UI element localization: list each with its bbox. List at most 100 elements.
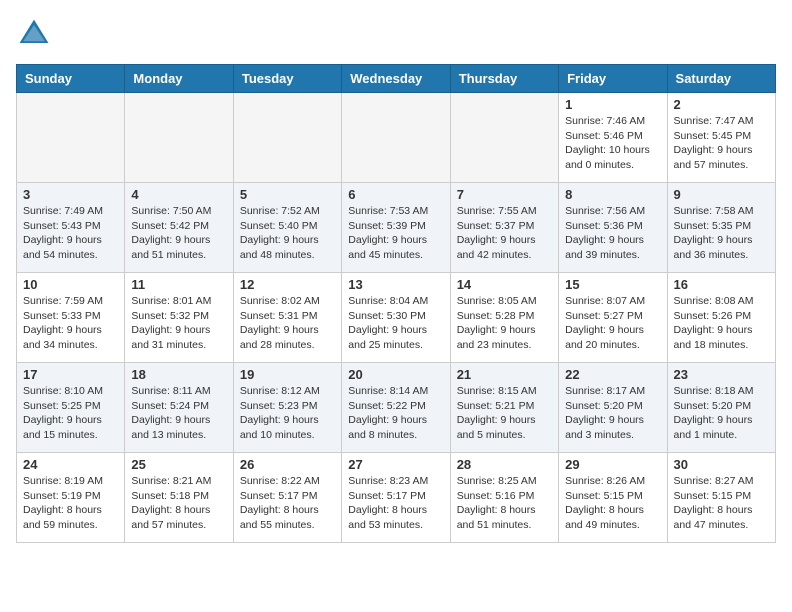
day-number: 18 <box>131 367 226 382</box>
day-info: Sunrise: 7:50 AM Sunset: 5:42 PM Dayligh… <box>131 204 226 263</box>
weekday-header-cell: Saturday <box>667 65 775 93</box>
day-info: Sunrise: 7:49 AM Sunset: 5:43 PM Dayligh… <box>23 204 118 263</box>
day-number: 3 <box>23 187 118 202</box>
day-number: 25 <box>131 457 226 472</box>
day-info: Sunrise: 7:59 AM Sunset: 5:33 PM Dayligh… <box>23 294 118 353</box>
calendar-cell: 12 Sunrise: 8:02 AM Sunset: 5:31 PM Dayli… <box>233 273 341 363</box>
day-info: Sunrise: 7:53 AM Sunset: 5:39 PM Dayligh… <box>348 204 443 263</box>
day-info: Sunrise: 7:46 AM Sunset: 5:46 PM Dayligh… <box>565 114 660 173</box>
day-number: 16 <box>674 277 769 292</box>
day-number: 20 <box>348 367 443 382</box>
calendar-cell: 15Sunrise: 8:07 AM Sunset: 5:27 PM Dayli… <box>559 273 667 363</box>
calendar-cell: 3 Sunrise: 7:49 AM Sunset: 5:43 PM Daylig… <box>17 183 125 273</box>
day-number: 2 <box>674 97 769 112</box>
day-info: Sunrise: 8:22 AM Sunset: 5:17 PM Dayligh… <box>240 474 335 533</box>
day-info: Sunrise: 7:58 AM Sunset: 5:35 PM Dayligh… <box>674 204 769 263</box>
calendar-cell <box>233 93 341 183</box>
calendar-cell: 13 Sunrise: 8:04 AM Sunset: 5:30 PM Dayli… <box>342 273 450 363</box>
day-info: Sunrise: 8:19 AM Sunset: 5:19 PM Dayligh… <box>23 474 118 533</box>
day-number: 12 <box>240 277 335 292</box>
logo <box>16 16 56 52</box>
day-info: Sunrise: 8:12 AM Sunset: 5:23 PM Dayligh… <box>240 384 335 443</box>
day-info: Sunrise: 8:05 AM Sunset: 5:28 PM Dayligh… <box>457 294 552 353</box>
calendar-week-row: 1 Sunrise: 7:46 AM Sunset: 5:46 PM Daylig… <box>17 93 776 183</box>
day-info: Sunrise: 8:07 AM Sunset: 5:27 PM Dayligh… <box>565 294 660 353</box>
day-info: Sunrise: 8:11 AM Sunset: 5:24 PM Dayligh… <box>131 384 226 443</box>
calendar-cell: 22 Sunrise: 8:17 AM Sunset: 5:20 PM Dayli… <box>559 363 667 453</box>
day-info: Sunrise: 8:17 AM Sunset: 5:20 PM Dayligh… <box>565 384 660 443</box>
calendar-week-row: 10 Sunrise: 7:59 AM Sunset: 5:33 PM Dayli… <box>17 273 776 363</box>
calendar-cell: 25 Sunrise: 8:21 AM Sunset: 5:18 PM Dayli… <box>125 453 233 543</box>
calendar-cell: 8Sunrise: 7:56 AM Sunset: 5:36 PM Daylig… <box>559 183 667 273</box>
day-info: Sunrise: 8:26 AM Sunset: 5:15 PM Dayligh… <box>565 474 660 533</box>
calendar-cell: 27 Sunrise: 8:23 AM Sunset: 5:17 PM Dayli… <box>342 453 450 543</box>
day-number: 28 <box>457 457 552 472</box>
calendar-cell: 20 Sunrise: 8:14 AM Sunset: 5:22 PM Dayli… <box>342 363 450 453</box>
logo-icon <box>16 16 52 52</box>
calendar-cell: 28 Sunrise: 8:25 AM Sunset: 5:16 PM Dayli… <box>450 453 558 543</box>
calendar-cell: 10 Sunrise: 7:59 AM Sunset: 5:33 PM Dayli… <box>17 273 125 363</box>
day-info: Sunrise: 8:25 AM Sunset: 5:16 PM Dayligh… <box>457 474 552 533</box>
calendar-cell: 29 Sunrise: 8:26 AM Sunset: 5:15 PM Dayli… <box>559 453 667 543</box>
day-info: Sunrise: 8:21 AM Sunset: 5:18 PM Dayligh… <box>131 474 226 533</box>
calendar-week-row: 24Sunrise: 8:19 AM Sunset: 5:19 PM Dayli… <box>17 453 776 543</box>
day-info: Sunrise: 7:55 AM Sunset: 5:37 PM Dayligh… <box>457 204 552 263</box>
calendar-cell: 1 Sunrise: 7:46 AM Sunset: 5:46 PM Daylig… <box>559 93 667 183</box>
calendar-cell: 4 Sunrise: 7:50 AM Sunset: 5:42 PM Daylig… <box>125 183 233 273</box>
day-number: 19 <box>240 367 335 382</box>
calendar-cell: 23 Sunrise: 8:18 AM Sunset: 5:20 PM Dayli… <box>667 363 775 453</box>
weekday-header-cell: Tuesday <box>233 65 341 93</box>
day-info: Sunrise: 8:02 AM Sunset: 5:31 PM Dayligh… <box>240 294 335 353</box>
calendar-cell: 7 Sunrise: 7:55 AM Sunset: 5:37 PM Daylig… <box>450 183 558 273</box>
day-info: Sunrise: 7:56 AM Sunset: 5:36 PM Dayligh… <box>565 204 660 263</box>
calendar-cell: 14Sunrise: 8:05 AM Sunset: 5:28 PM Dayli… <box>450 273 558 363</box>
day-number: 4 <box>131 187 226 202</box>
weekday-header-cell: Thursday <box>450 65 558 93</box>
calendar-cell: 24Sunrise: 8:19 AM Sunset: 5:19 PM Dayli… <box>17 453 125 543</box>
calendar-cell: 16 Sunrise: 8:08 AM Sunset: 5:26 PM Dayli… <box>667 273 775 363</box>
day-number: 23 <box>674 367 769 382</box>
calendar-cell: 11 Sunrise: 8:01 AM Sunset: 5:32 PM Dayli… <box>125 273 233 363</box>
calendar-cell: 30 Sunrise: 8:27 AM Sunset: 5:15 PM Dayli… <box>667 453 775 543</box>
day-info: Sunrise: 8:14 AM Sunset: 5:22 PM Dayligh… <box>348 384 443 443</box>
calendar-cell: 21Sunrise: 8:15 AM Sunset: 5:21 PM Dayli… <box>450 363 558 453</box>
calendar-cell: 6 Sunrise: 7:53 AM Sunset: 5:39 PM Daylig… <box>342 183 450 273</box>
weekday-header-cell: Wednesday <box>342 65 450 93</box>
calendar: SundayMondayTuesdayWednesdayThursdayFrid… <box>16 64 776 543</box>
day-number: 6 <box>348 187 443 202</box>
calendar-cell: 26 Sunrise: 8:22 AM Sunset: 5:17 PM Dayli… <box>233 453 341 543</box>
calendar-cell: 17Sunrise: 8:10 AM Sunset: 5:25 PM Dayli… <box>17 363 125 453</box>
weekday-header-cell: Sunday <box>17 65 125 93</box>
day-number: 26 <box>240 457 335 472</box>
day-info: Sunrise: 8:23 AM Sunset: 5:17 PM Dayligh… <box>348 474 443 533</box>
calendar-cell: 19 Sunrise: 8:12 AM Sunset: 5:23 PM Dayli… <box>233 363 341 453</box>
day-info: Sunrise: 8:15 AM Sunset: 5:21 PM Dayligh… <box>457 384 552 443</box>
day-number: 11 <box>131 277 226 292</box>
calendar-cell <box>342 93 450 183</box>
day-number: 22 <box>565 367 660 382</box>
calendar-cell: 18 Sunrise: 8:11 AM Sunset: 5:24 PM Dayli… <box>125 363 233 453</box>
day-info: Sunrise: 8:04 AM Sunset: 5:30 PM Dayligh… <box>348 294 443 353</box>
day-number: 1 <box>565 97 660 112</box>
calendar-cell <box>17 93 125 183</box>
day-number: 30 <box>674 457 769 472</box>
day-number: 5 <box>240 187 335 202</box>
calendar-week-row: 3 Sunrise: 7:49 AM Sunset: 5:43 PM Daylig… <box>17 183 776 273</box>
day-info: Sunrise: 8:01 AM Sunset: 5:32 PM Dayligh… <box>131 294 226 353</box>
weekday-header-cell: Monday <box>125 65 233 93</box>
day-info: Sunrise: 8:08 AM Sunset: 5:26 PM Dayligh… <box>674 294 769 353</box>
calendar-cell: 9Sunrise: 7:58 AM Sunset: 5:35 PM Daylig… <box>667 183 775 273</box>
day-info: Sunrise: 8:27 AM Sunset: 5:15 PM Dayligh… <box>674 474 769 533</box>
calendar-week-row: 17Sunrise: 8:10 AM Sunset: 5:25 PM Dayli… <box>17 363 776 453</box>
day-number: 10 <box>23 277 118 292</box>
calendar-cell: 5 Sunrise: 7:52 AM Sunset: 5:40 PM Daylig… <box>233 183 341 273</box>
header <box>16 16 776 52</box>
day-info: Sunrise: 8:18 AM Sunset: 5:20 PM Dayligh… <box>674 384 769 443</box>
weekday-header: SundayMondayTuesdayWednesdayThursdayFrid… <box>17 65 776 93</box>
day-info: Sunrise: 8:10 AM Sunset: 5:25 PM Dayligh… <box>23 384 118 443</box>
day-number: 7 <box>457 187 552 202</box>
day-number: 29 <box>565 457 660 472</box>
day-number: 13 <box>348 277 443 292</box>
day-info: Sunrise: 7:52 AM Sunset: 5:40 PM Dayligh… <box>240 204 335 263</box>
day-number: 27 <box>348 457 443 472</box>
